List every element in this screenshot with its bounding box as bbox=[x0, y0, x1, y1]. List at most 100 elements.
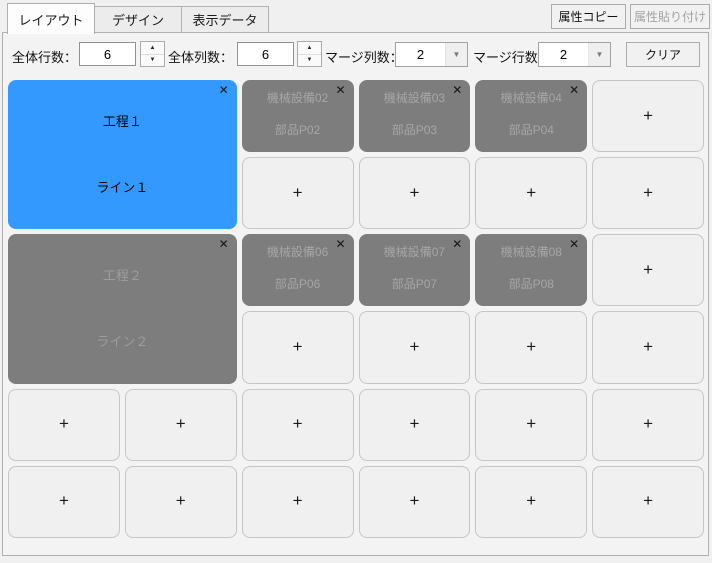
empty-add-cell[interactable]: + bbox=[241, 311, 354, 384]
plus-icon: + bbox=[643, 105, 654, 125]
attribute-copy-button[interactable]: 属性コピー bbox=[551, 4, 626, 29]
empty-add-cell[interactable]: + bbox=[124, 388, 237, 461]
plus-icon: + bbox=[58, 414, 69, 434]
merge-rows-value: 2 bbox=[559, 47, 568, 62]
tab-layout[interactable]: レイアウト bbox=[7, 3, 95, 34]
machine-title: 機械設備08 bbox=[500, 245, 562, 260]
empty-add-cell[interactable]: + bbox=[592, 311, 704, 384]
machine-cell-04[interactable]: ✕ 機械設備04 部品P04 bbox=[475, 80, 588, 153]
plus-icon: + bbox=[292, 337, 303, 357]
spin-down-icon[interactable]: ▼ bbox=[298, 55, 321, 67]
machine-cell-02[interactable]: ✕ 機械設備02 部品P02 bbox=[241, 80, 354, 153]
empty-add-cell[interactable]: + bbox=[8, 388, 120, 461]
plus-icon: + bbox=[526, 337, 537, 357]
machine-part: 部品P06 bbox=[274, 277, 321, 292]
close-icon[interactable]: ✕ bbox=[335, 238, 345, 250]
process-title: 工程２ bbox=[102, 268, 142, 284]
tab-display-data[interactable]: 表示データ bbox=[182, 6, 269, 33]
plus-icon: + bbox=[643, 259, 654, 279]
empty-add-cell[interactable]: + bbox=[475, 157, 588, 230]
spin-up-icon[interactable]: ▲ bbox=[141, 42, 164, 55]
machine-title: 機械設備06 bbox=[266, 245, 329, 260]
total-cols-spinner: ▲ ▼ bbox=[297, 41, 322, 67]
tab-bar: レイアウト デザイン 表示データ bbox=[7, 3, 269, 34]
machine-cell-07[interactable]: ✕ 機械設備07 部品P07 bbox=[358, 234, 471, 307]
empty-add-cell[interactable]: + bbox=[475, 311, 588, 384]
close-icon[interactable]: ✕ bbox=[569, 84, 579, 96]
process-line: ライン１ bbox=[96, 180, 149, 195]
layout-tab-panel: 全体行数： 6 ▲ ▼ 全体列数： 6 ▲ ▼ マージ列数： 2 ▼ マージ行数… bbox=[2, 32, 709, 556]
empty-add-cell[interactable]: + bbox=[592, 234, 704, 307]
empty-add-cell[interactable]: + bbox=[475, 388, 588, 461]
spin-up-icon[interactable]: ▲ bbox=[298, 42, 321, 55]
machine-part: 部品P07 bbox=[391, 277, 438, 292]
empty-add-cell[interactable]: + bbox=[592, 80, 704, 153]
attribute-paste-button: 属性貼り付け bbox=[630, 4, 710, 29]
plus-icon: + bbox=[643, 182, 654, 202]
plus-icon: + bbox=[526, 491, 537, 511]
total-cols-input[interactable]: 6 bbox=[237, 42, 294, 66]
empty-add-cell[interactable]: + bbox=[241, 465, 354, 538]
plus-icon: + bbox=[292, 414, 303, 434]
empty-add-cell[interactable]: + bbox=[241, 388, 354, 461]
chevron-down-icon[interactable]: ▼ bbox=[588, 43, 610, 66]
process-cell-1[interactable]: ✕ 工程１ ライン１ bbox=[8, 80, 237, 230]
process-line: ライン２ bbox=[96, 334, 149, 350]
total-cols-label: 全体列数： bbox=[168, 50, 234, 65]
empty-add-cell[interactable]: + bbox=[358, 311, 471, 384]
merge-cols-label: マージ列数： bbox=[325, 50, 403, 65]
empty-add-cell[interactable]: + bbox=[592, 157, 704, 230]
total-rows-input[interactable]: 6 bbox=[79, 42, 136, 66]
machine-title: 機械設備04 bbox=[500, 91, 562, 105]
empty-add-cell[interactable]: + bbox=[8, 465, 120, 538]
machine-cell-03[interactable]: ✕ 機械設備03 部品P03 bbox=[358, 80, 471, 153]
total-rows-spinner: ▲ ▼ bbox=[140, 41, 165, 67]
machine-part: 部品P02 bbox=[274, 123, 321, 137]
process-cell-2[interactable]: ✕ 工程２ ライン２ bbox=[8, 234, 237, 384]
empty-add-cell[interactable]: + bbox=[592, 465, 704, 538]
machine-title: 機械設備07 bbox=[383, 245, 446, 260]
tab-design[interactable]: デザイン bbox=[95, 6, 182, 33]
plus-icon: + bbox=[58, 491, 69, 511]
close-icon[interactable]: ✕ bbox=[219, 238, 229, 250]
close-icon[interactable]: ✕ bbox=[452, 84, 462, 96]
machine-title: 機械設備02 bbox=[266, 91, 329, 105]
layout-grid: ✕ 工程１ ライン１ ✕ 機械設備02 部品P02 ✕ 機械設備03 部品P03… bbox=[8, 80, 704, 538]
plus-icon: + bbox=[526, 182, 537, 202]
close-icon[interactable]: ✕ bbox=[569, 238, 579, 250]
merge-rows-dropdown[interactable]: 2 ▼ bbox=[538, 42, 611, 67]
empty-add-cell[interactable]: + bbox=[124, 465, 237, 538]
plus-icon: + bbox=[409, 491, 420, 511]
machine-title: 機械設備03 bbox=[383, 91, 446, 105]
merge-cols-dropdown[interactable]: 2 ▼ bbox=[395, 42, 468, 67]
empty-add-cell[interactable]: + bbox=[475, 465, 588, 538]
machine-cell-06[interactable]: ✕ 機械設備06 部品P06 bbox=[241, 234, 354, 307]
plus-icon: + bbox=[292, 491, 303, 511]
plus-icon: + bbox=[409, 414, 420, 434]
machine-cell-08[interactable]: ✕ 機械設備08 部品P08 bbox=[475, 234, 588, 307]
empty-add-cell[interactable]: + bbox=[358, 157, 471, 230]
plus-icon: + bbox=[643, 337, 654, 357]
machine-part: 部品P08 bbox=[508, 277, 554, 292]
plus-icon: + bbox=[643, 491, 654, 511]
empty-add-cell[interactable]: + bbox=[241, 157, 354, 230]
close-icon[interactable]: ✕ bbox=[452, 238, 462, 250]
chevron-down-icon[interactable]: ▼ bbox=[445, 43, 467, 66]
plus-icon: + bbox=[643, 414, 654, 434]
empty-add-cell[interactable]: + bbox=[358, 465, 471, 538]
plus-icon: + bbox=[292, 182, 303, 202]
machine-part: 部品P04 bbox=[508, 123, 554, 137]
empty-add-cell[interactable]: + bbox=[592, 388, 704, 461]
close-icon[interactable]: ✕ bbox=[335, 84, 345, 96]
clear-button[interactable]: クリア bbox=[626, 42, 700, 67]
process-title: 工程１ bbox=[102, 114, 142, 129]
plus-icon: + bbox=[409, 337, 420, 357]
spin-down-icon[interactable]: ▼ bbox=[141, 55, 164, 67]
merge-cols-value: 2 bbox=[416, 47, 425, 62]
plus-icon: + bbox=[526, 414, 537, 434]
close-icon[interactable]: ✕ bbox=[219, 84, 229, 96]
total-rows-label: 全体行数： bbox=[12, 50, 78, 65]
plus-icon: + bbox=[409, 182, 420, 202]
empty-add-cell[interactable]: + bbox=[358, 388, 471, 461]
plus-icon: + bbox=[175, 491, 186, 511]
